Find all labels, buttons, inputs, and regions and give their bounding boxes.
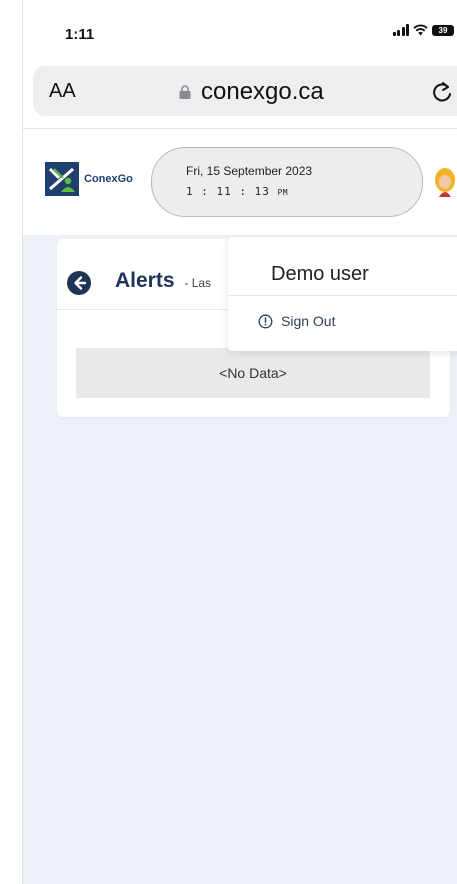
page-subtitle: - Las: [184, 276, 212, 290]
address-bar[interactable]: AA conexgo.ca: [33, 66, 457, 116]
reload-icon[interactable]: [431, 80, 453, 104]
datetime-display: Fri, 15 September 2023 1 : 11 : 13 PM: [151, 147, 423, 217]
current-date: Fri, 15 September 2023: [186, 164, 313, 178]
aa-text-size-button[interactable]: AA: [49, 80, 76, 103]
battery-icon: 39: [432, 24, 454, 36]
lock-icon: [179, 85, 191, 99]
back-arrow-icon[interactable]: [67, 271, 91, 295]
status-icons: 39: [392, 24, 454, 36]
logo-mark-icon: [45, 162, 79, 196]
page-title: Alerts - Las: [115, 269, 211, 293]
dropdown-divider: [228, 295, 457, 296]
page-title-text: Alerts: [115, 269, 175, 292]
url-text[interactable]: conexgo.ca: [201, 78, 324, 106]
sign-out-label: Sign Out: [281, 313, 336, 329]
brand-name: ConexGo: [84, 173, 133, 185]
time-ampm: PM: [277, 188, 289, 197]
status-bar: 1:11 39: [23, 0, 457, 62]
signal-icon: [392, 24, 409, 36]
app-header: ConexGo Fri, 15 September 2023 1 : 11 : …: [23, 129, 457, 235]
current-time: 1 : 11 : 13 PM: [186, 185, 288, 198]
no-data-message: <No Data>: [76, 348, 430, 398]
wifi-icon: [413, 24, 428, 36]
brand-logo[interactable]: ConexGo: [45, 162, 133, 196]
time-value: 1 : 11 : 13: [186, 185, 270, 198]
user-name: Demo user: [271, 263, 369, 285]
user-dropdown-menu: Demo user Sign Out: [228, 237, 457, 351]
status-time: 1:11: [65, 26, 95, 43]
avatar[interactable]: [432, 167, 457, 197]
browser-toolbar: AA conexgo.ca: [23, 62, 457, 129]
sign-out-button[interactable]: Sign Out: [258, 313, 335, 329]
phone-screen: 1:11 39 AA conexgo.ca ConexGo Fri, 15 Se…: [22, 0, 457, 884]
sign-out-icon: [258, 314, 273, 328]
